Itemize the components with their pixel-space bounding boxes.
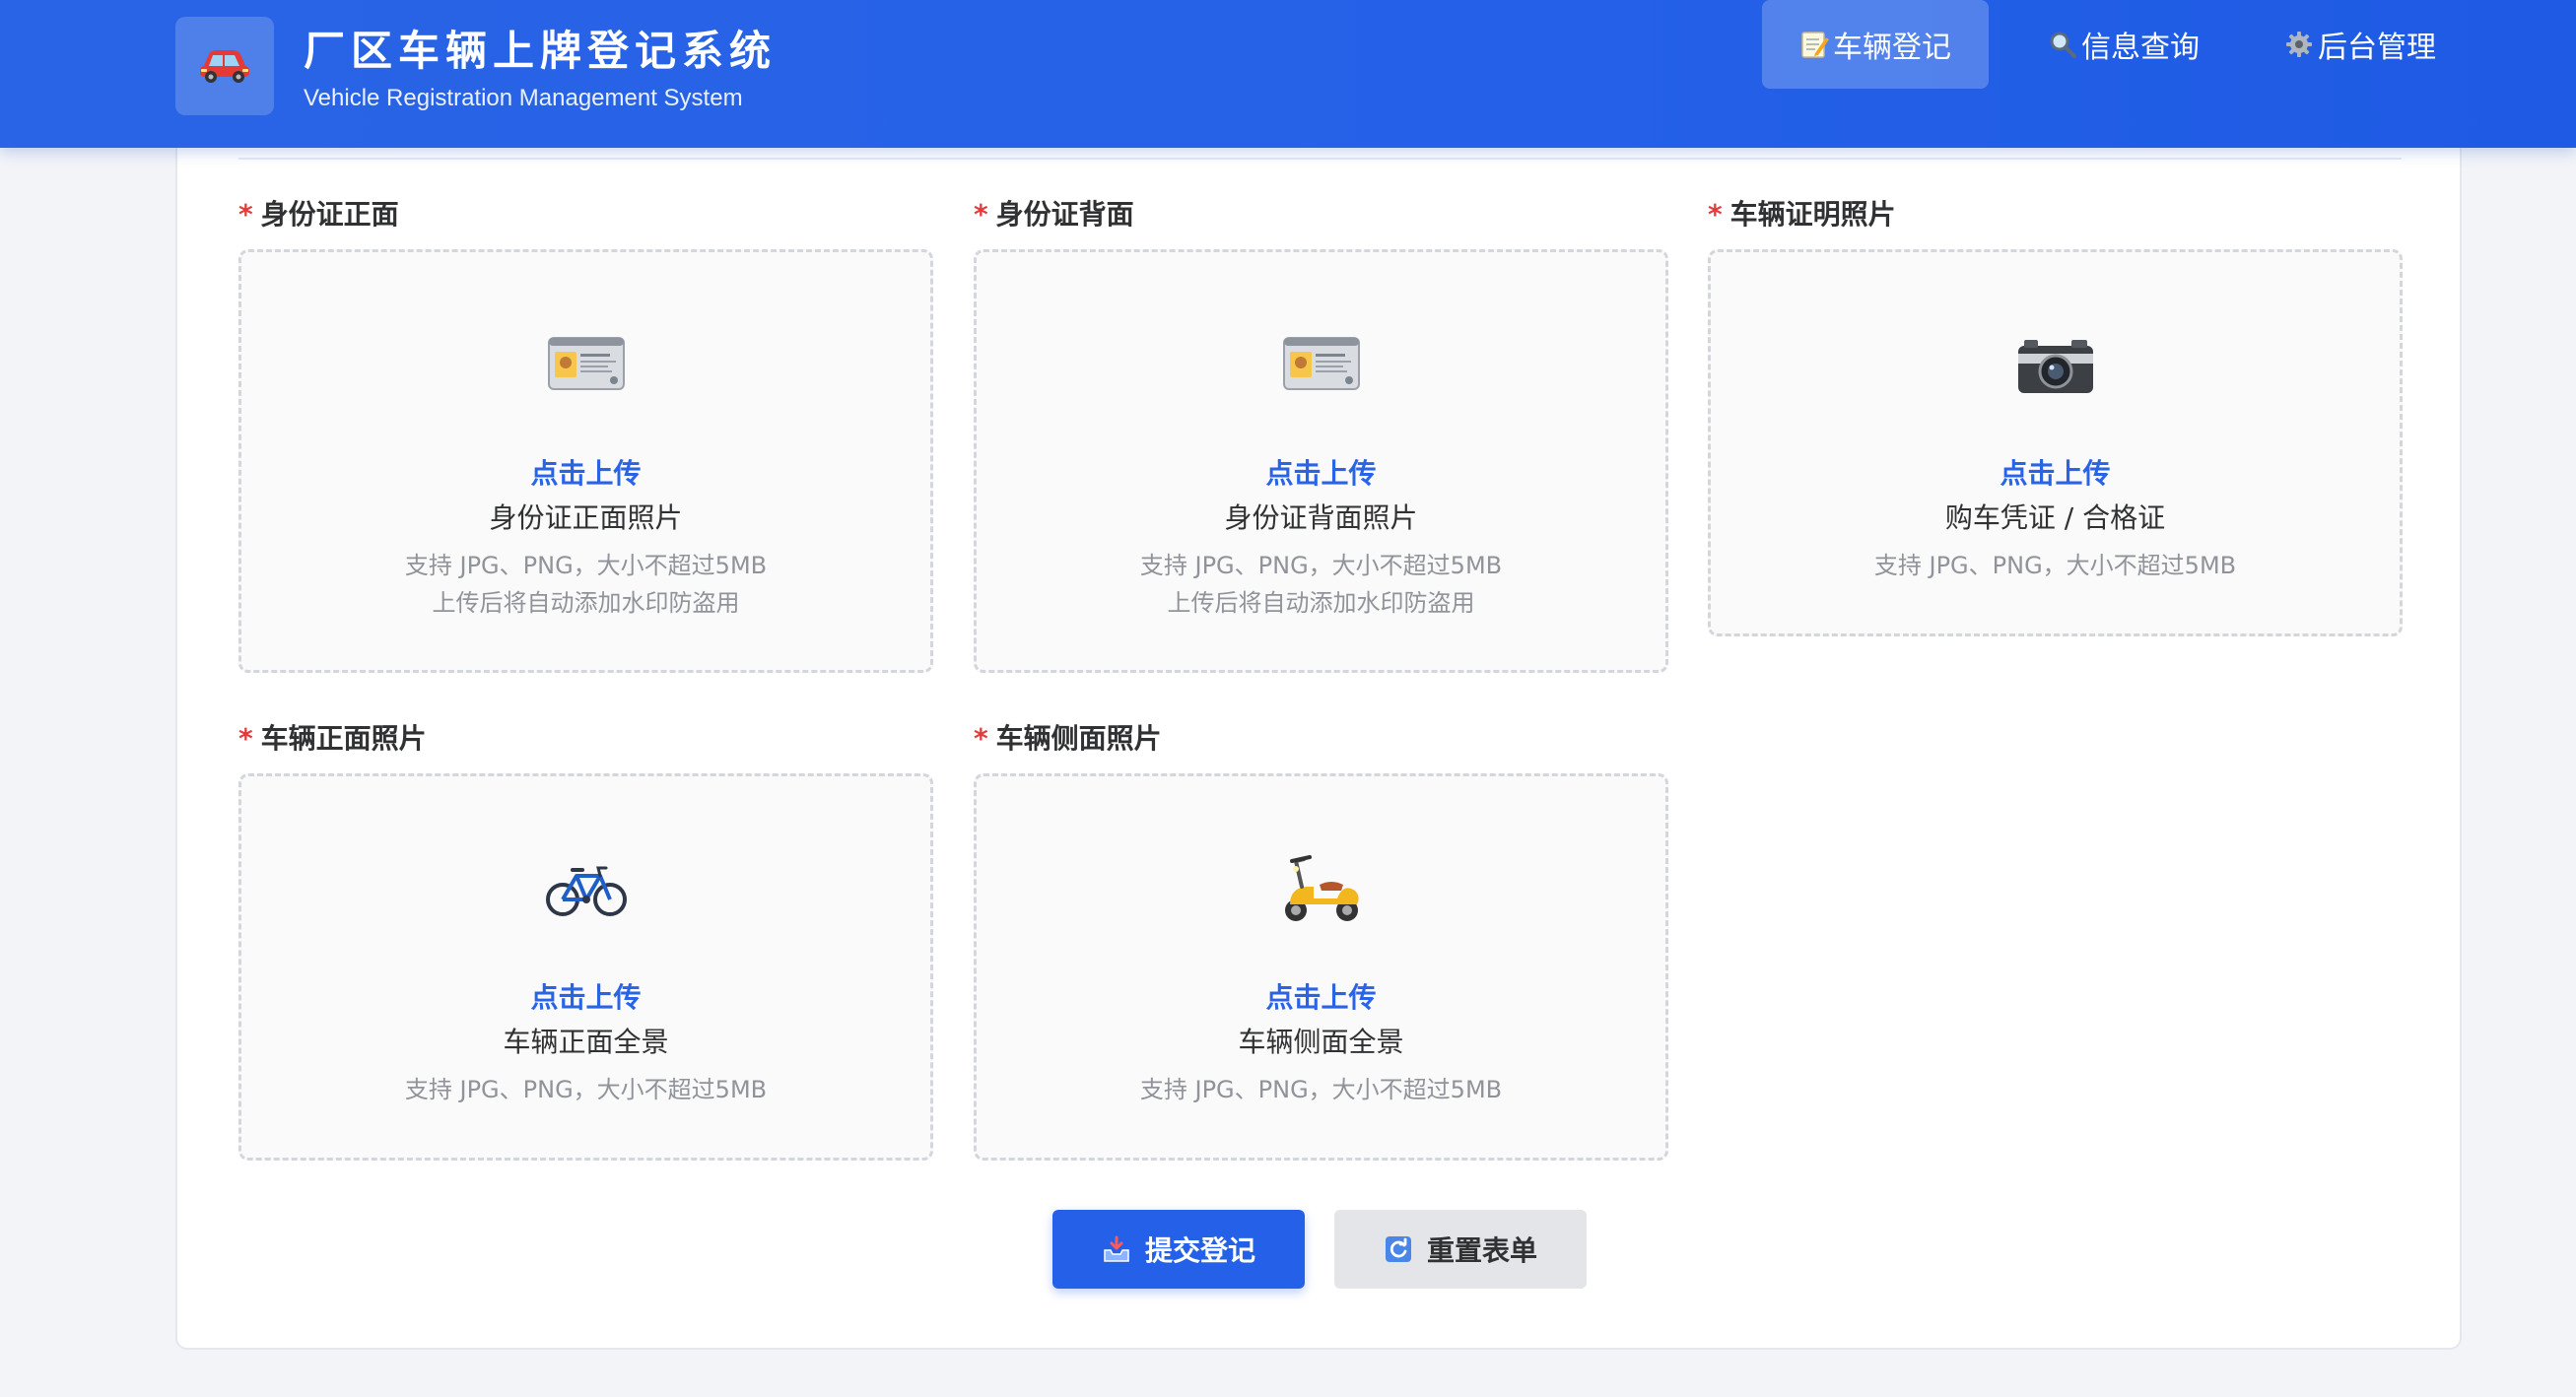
upload-id-back[interactable]: 点击上传 身份证背面照片 支持 JPG、PNG，大小不超过5MB 上传后将自动添… [974,249,1668,673]
magnifier-icon [2048,30,2077,59]
field-label-vehicle-side: * 车辆侧面照片 [974,717,1162,757]
nav-vehicle-registration[interactable]: 车辆登记 [1762,0,1989,89]
section-divider [238,158,2402,160]
scooter-icon [977,847,1665,926]
upload-format-hint: 支持 JPG、PNG，大小不超过5MB [1139,1076,1503,1103]
id-card-icon [241,336,930,391]
reset-form-button[interactable]: 重置表单 [1334,1210,1587,1289]
upload-watermark-hint: 上传后将自动添加水印防盗用 [1167,589,1475,617]
memo-icon [1799,30,1829,59]
nav-label: 信息查询 [2081,31,2200,65]
field-label-text: 车辆证明照片 [1729,198,1896,231]
field-label-text: 身份证正面 [260,198,399,231]
upload-description: 身份证正面照片 [489,501,683,534]
upload-vehicle-side[interactable]: 点击上传 车辆侧面全景 支持 JPG、PNG，大小不超过5MB [974,773,1668,1161]
required-mark: * [238,198,253,231]
field-label-id-front: * 身份证正面 [238,193,399,233]
refresh-icon [1384,1234,1413,1264]
logo [175,17,274,115]
nav-admin[interactable]: 后台管理 [2257,0,2464,89]
upload-format-hint: 支持 JPG、PNG，大小不超过5MB [1139,552,1503,579]
upload-watermark-hint: 上传后将自动添加水印防盗用 [432,589,740,617]
upload-vehicle-proof[interactable]: 点击上传 购车凭证 / 合格证 支持 JPG、PNG，大小不超过5MB [1708,249,2403,636]
upload-description: 身份证背面照片 [1224,501,1418,534]
field-label-vehicle-front: * 车辆正面照片 [238,717,427,757]
app-header: 厂区车辆上牌登记系统 Vehicle Registration Manageme… [0,0,2576,148]
inbox-tray-icon [1102,1234,1131,1264]
field-label-vehicle-proof: * 车辆证明照片 [1708,193,1896,233]
app-title: 厂区车辆上牌登记系统 [304,27,778,75]
nav-info-query[interactable]: 信息查询 [2020,0,2227,89]
field-label-text: 车辆侧面照片 [995,722,1162,755]
field-label-text: 身份证背面 [995,198,1134,231]
required-mark: * [974,198,988,231]
upload-format-hint: 支持 JPG、PNG，大小不超过5MB [404,552,768,579]
upload-format-hint: 支持 JPG、PNG，大小不超过5MB [404,1076,768,1103]
upload-description: 车辆侧面全景 [1238,1026,1404,1058]
button-label: 提交登记 [1144,1234,1255,1267]
registration-form-card: * 身份证正面 点击上传 身份证正面照片 支持 JPG、PNG，大小不超过5MB … [175,138,2462,1350]
upload-description: 购车凭证 / 合格证 [1944,501,2166,534]
bicycle-icon [241,860,930,919]
car-icon [197,44,252,88]
upload-click-text: 点击上传 [530,457,642,490]
upload-description: 车辆正面全景 [503,1026,669,1058]
upload-click-text: 点击上传 [1265,981,1377,1014]
field-label-id-back: * 身份证背面 [974,193,1134,233]
nav-label: 后台管理 [2318,31,2436,65]
upload-click-text: 点击上传 [1265,457,1377,490]
field-label-text: 车辆正面照片 [260,722,427,755]
required-mark: * [1708,198,1723,231]
required-mark: * [238,722,253,755]
submit-registration-button[interactable]: 提交登记 [1052,1210,1305,1289]
app-subtitle: Vehicle Registration Management System [304,85,743,111]
button-label: 重置表单 [1426,1234,1537,1267]
camera-icon [1711,336,2400,395]
required-mark: * [974,722,988,755]
nav-label: 车辆登记 [1833,31,1951,65]
upload-id-front[interactable]: 点击上传 身份证正面照片 支持 JPG、PNG，大小不超过5MB 上传后将自动添… [238,249,933,673]
gear-icon [2284,30,2314,59]
upload-format-hint: 支持 JPG、PNG，大小不超过5MB [1873,552,2237,579]
id-card-icon [977,336,1665,391]
upload-vehicle-front[interactable]: 点击上传 车辆正面全景 支持 JPG、PNG，大小不超过5MB [238,773,933,1161]
upload-click-text: 点击上传 [2000,457,2111,490]
upload-click-text: 点击上传 [530,981,642,1014]
